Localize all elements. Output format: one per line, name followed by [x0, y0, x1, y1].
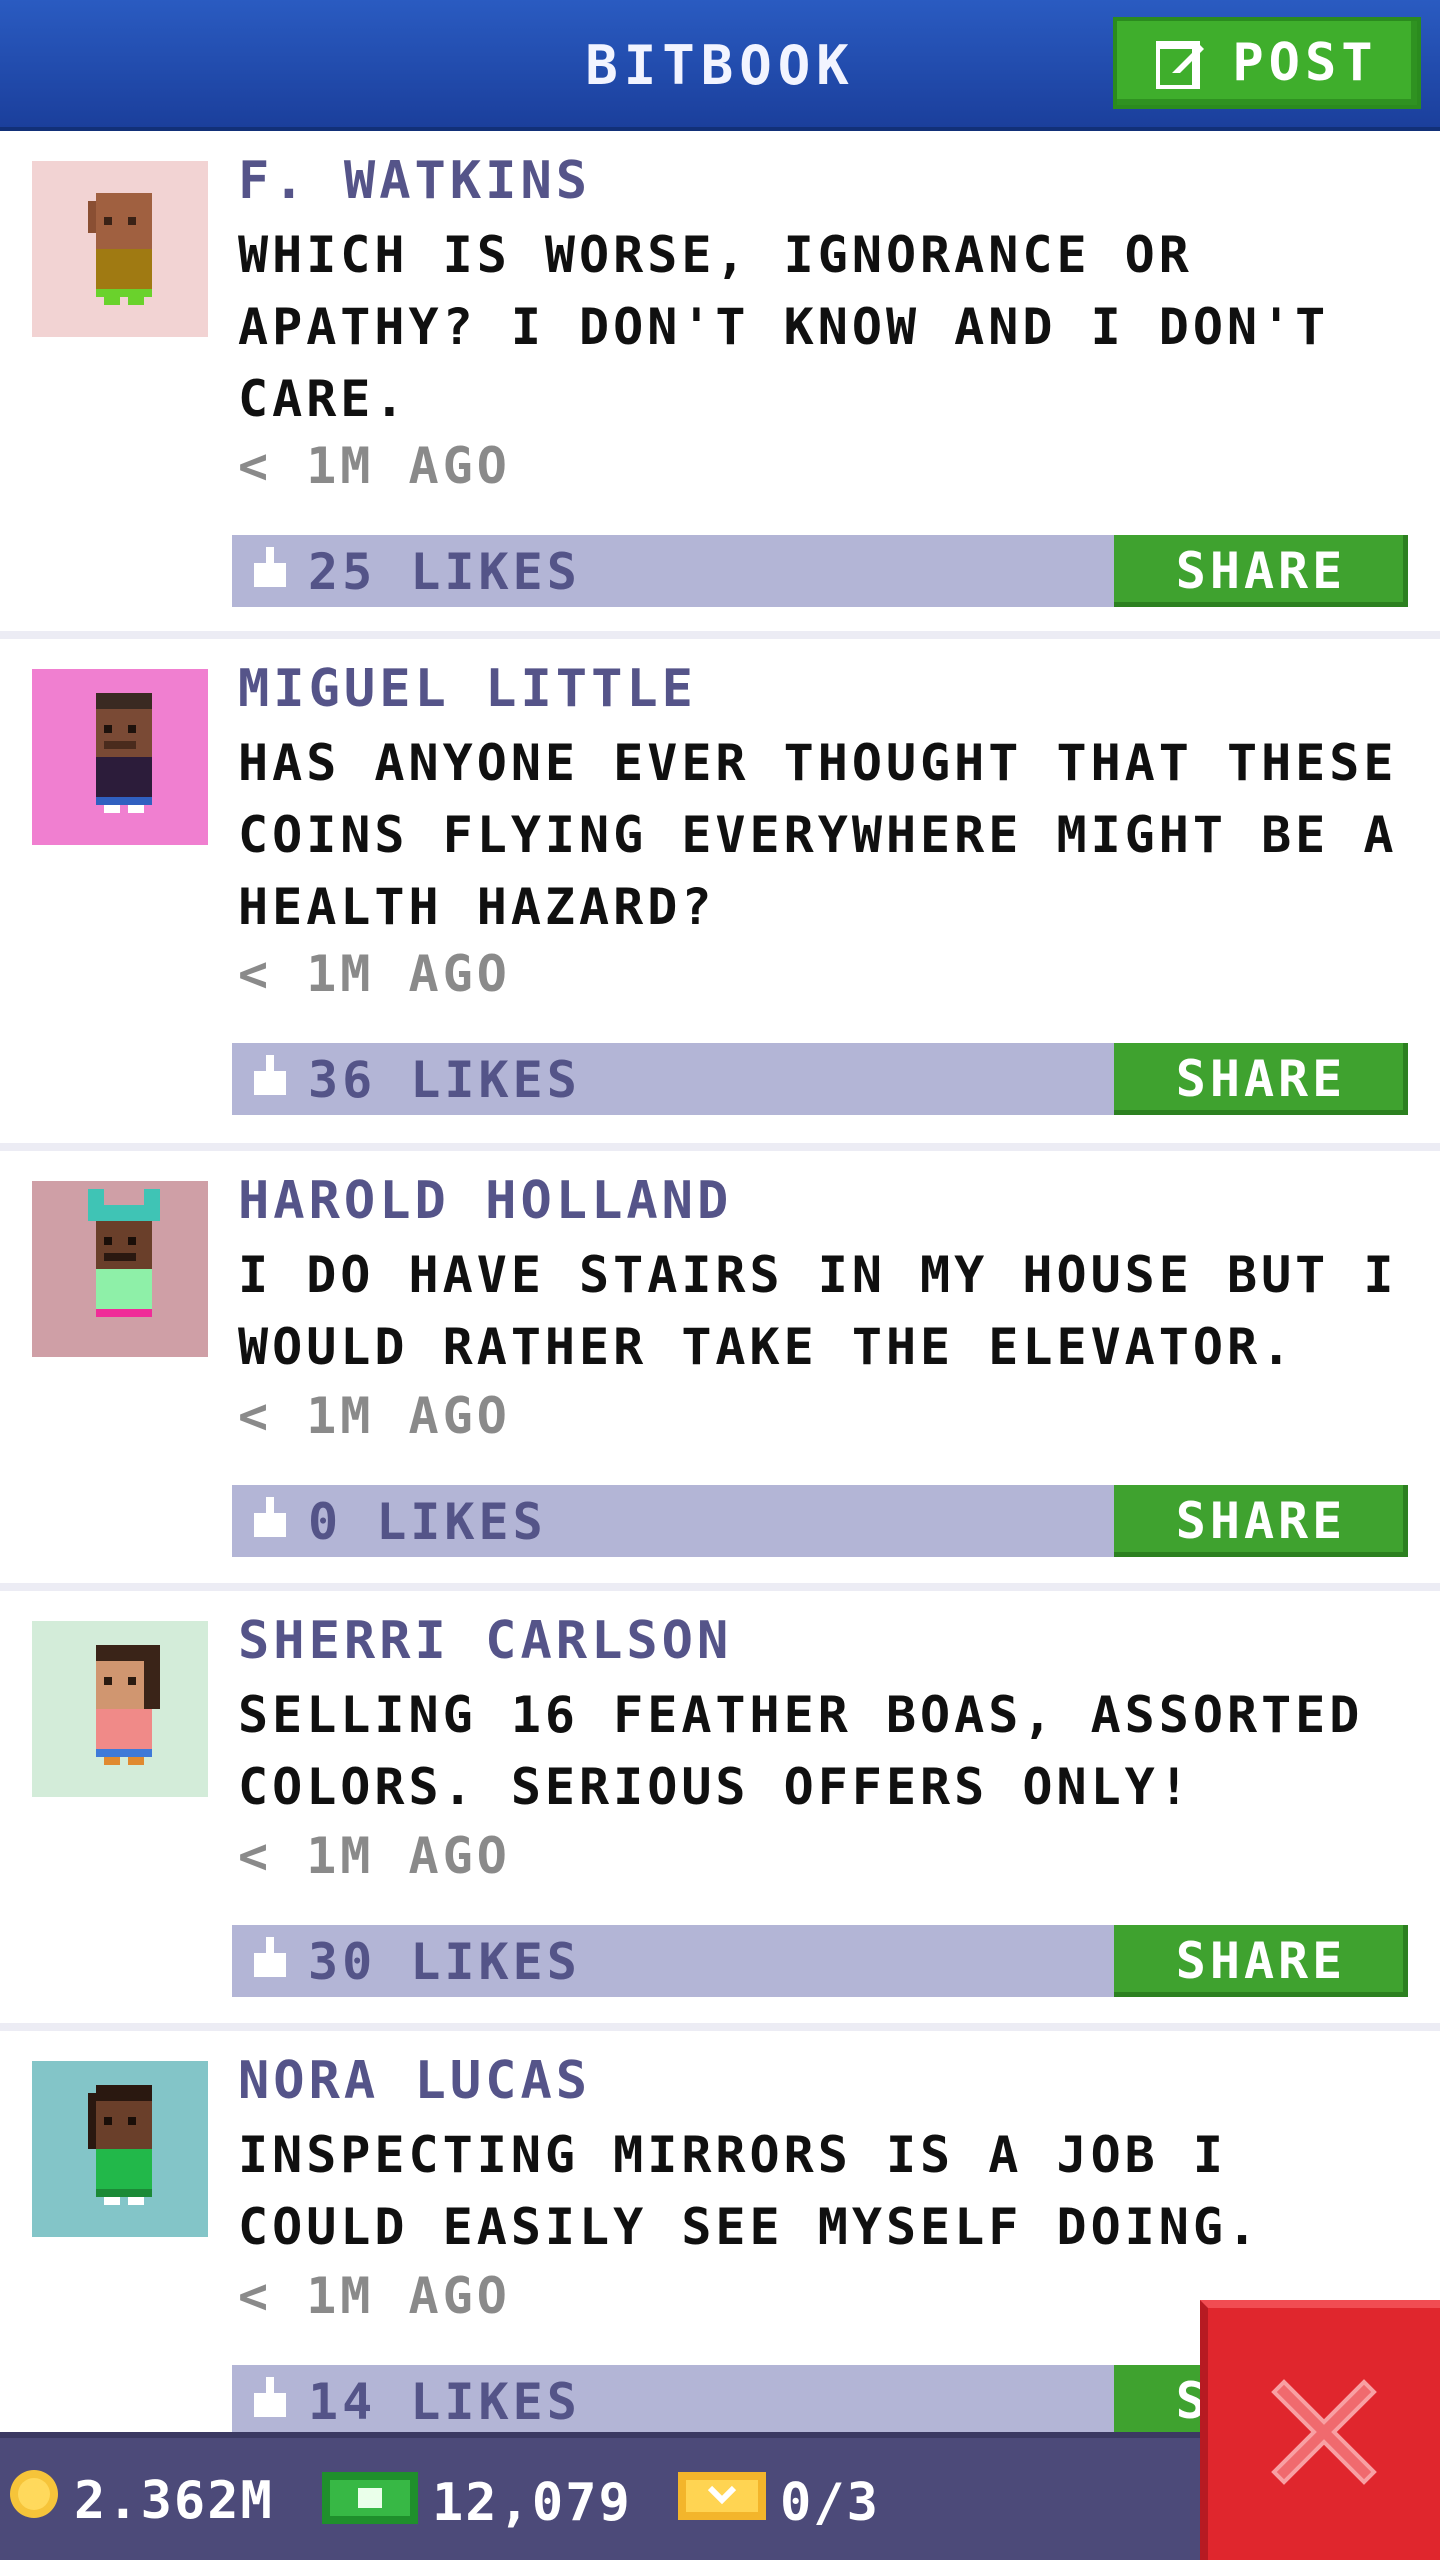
share-button[interactable]: SHARE: [1114, 535, 1408, 607]
post-button[interactable]: POST: [1113, 17, 1421, 109]
post-author[interactable]: NORA LUCAS: [238, 2051, 591, 2111]
avatar[interactable]: [32, 1621, 208, 1797]
feed-post: HAROLD HOLLAND I DO HAVE STAIRS IN MY HO…: [0, 1151, 1440, 1591]
post-message: SELLING 16 FEATHER BOAS, ASSORTED COLORS…: [238, 1686, 1364, 1816]
coin-icon: [8, 2468, 60, 2533]
post-message: HAS ANYONE EVER THOUGHT THAT THESE COINS…: [238, 734, 1398, 936]
compose-icon: [1156, 37, 1208, 89]
avatar[interactable]: [32, 1181, 208, 1357]
post-author[interactable]: F. WATKINS: [238, 151, 591, 211]
post-time: < 1M AGO: [238, 2267, 511, 2325]
tickets-value: 0/3: [780, 2472, 880, 2533]
ticket-icon: [678, 2468, 766, 2537]
bitbook-screen: BITBOOK POST F. WATKINS WHICH IS WORSE, …: [0, 0, 1440, 2560]
bux-stat: 12,079: [322, 2468, 632, 2537]
like-count: 0 LIKES: [308, 1493, 547, 1551]
like-count: 25 LIKES: [308, 543, 581, 601]
post-author[interactable]: SHERRI CARLSON: [238, 1611, 732, 1671]
like-bar[interactable]: 36 LIKES SHARE: [232, 1043, 1408, 1115]
feed-post: F. WATKINS WHICH IS WORSE, IGNORANCE OR …: [0, 131, 1440, 639]
post-button-label: POST: [1232, 33, 1378, 93]
post-time: < 1M AGO: [238, 1387, 511, 1445]
tickets-stat: 0/3: [678, 2468, 880, 2537]
feed-post: SHERRI CARLSON SELLING 16 FEATHER BOAS, …: [0, 1591, 1440, 2031]
post-message: WHICH IS WORSE, IGNORANCE OR APATHY? I D…: [238, 226, 1330, 428]
post-message: INSPECTING MIRRORS IS A JOB I COULD EASI…: [238, 2126, 1262, 2256]
coins-value: 2.362M: [74, 2470, 274, 2531]
share-button[interactable]: SHARE: [1114, 1925, 1408, 1997]
thumbs-up-icon: [250, 2377, 290, 2429]
post-message: I DO HAVE STAIRS IN MY HOUSE BUT I WOULD…: [238, 1246, 1398, 1376]
thumbs-up-icon: [250, 547, 290, 599]
bux-icon: [322, 2468, 418, 2537]
post-time: < 1M AGO: [238, 437, 511, 495]
post-time: < 1M AGO: [238, 1827, 511, 1885]
thumbs-up-icon: [250, 1937, 290, 1989]
feed-post: MIGUEL LITTLE HAS ANYONE EVER THOUGHT TH…: [0, 639, 1440, 1151]
avatar[interactable]: [32, 2061, 208, 2237]
like-bar[interactable]: 25 LIKES SHARE: [232, 535, 1408, 607]
close-button[interactable]: [1200, 2300, 1440, 2560]
coins-stat: 2.362M: [8, 2468, 274, 2533]
like-count: 30 LIKES: [308, 1933, 581, 1991]
post-author[interactable]: HAROLD HOLLAND: [238, 1171, 732, 1231]
thumbs-up-icon: [250, 1055, 290, 1107]
like-count: 36 LIKES: [308, 1051, 581, 1109]
bux-value: 12,079: [432, 2472, 632, 2533]
post-feed[interactable]: F. WATKINS WHICH IS WORSE, IGNORANCE OR …: [0, 131, 1440, 2471]
thumbs-up-icon: [250, 1497, 290, 1549]
avatar[interactable]: [32, 669, 208, 845]
avatar[interactable]: [32, 161, 208, 337]
share-button[interactable]: SHARE: [1114, 1043, 1408, 1115]
close-icon: [1264, 2372, 1384, 2496]
header-bar: BITBOOK POST: [0, 0, 1440, 131]
like-bar[interactable]: 30 LIKES SHARE: [232, 1925, 1408, 1997]
like-count: 14 LIKES: [308, 2373, 581, 2431]
share-button[interactable]: SHARE: [1114, 1485, 1408, 1557]
like-bar[interactable]: 0 LIKES SHARE: [232, 1485, 1408, 1557]
post-author[interactable]: MIGUEL LITTLE: [238, 659, 697, 719]
post-time: < 1M AGO: [238, 945, 511, 1003]
